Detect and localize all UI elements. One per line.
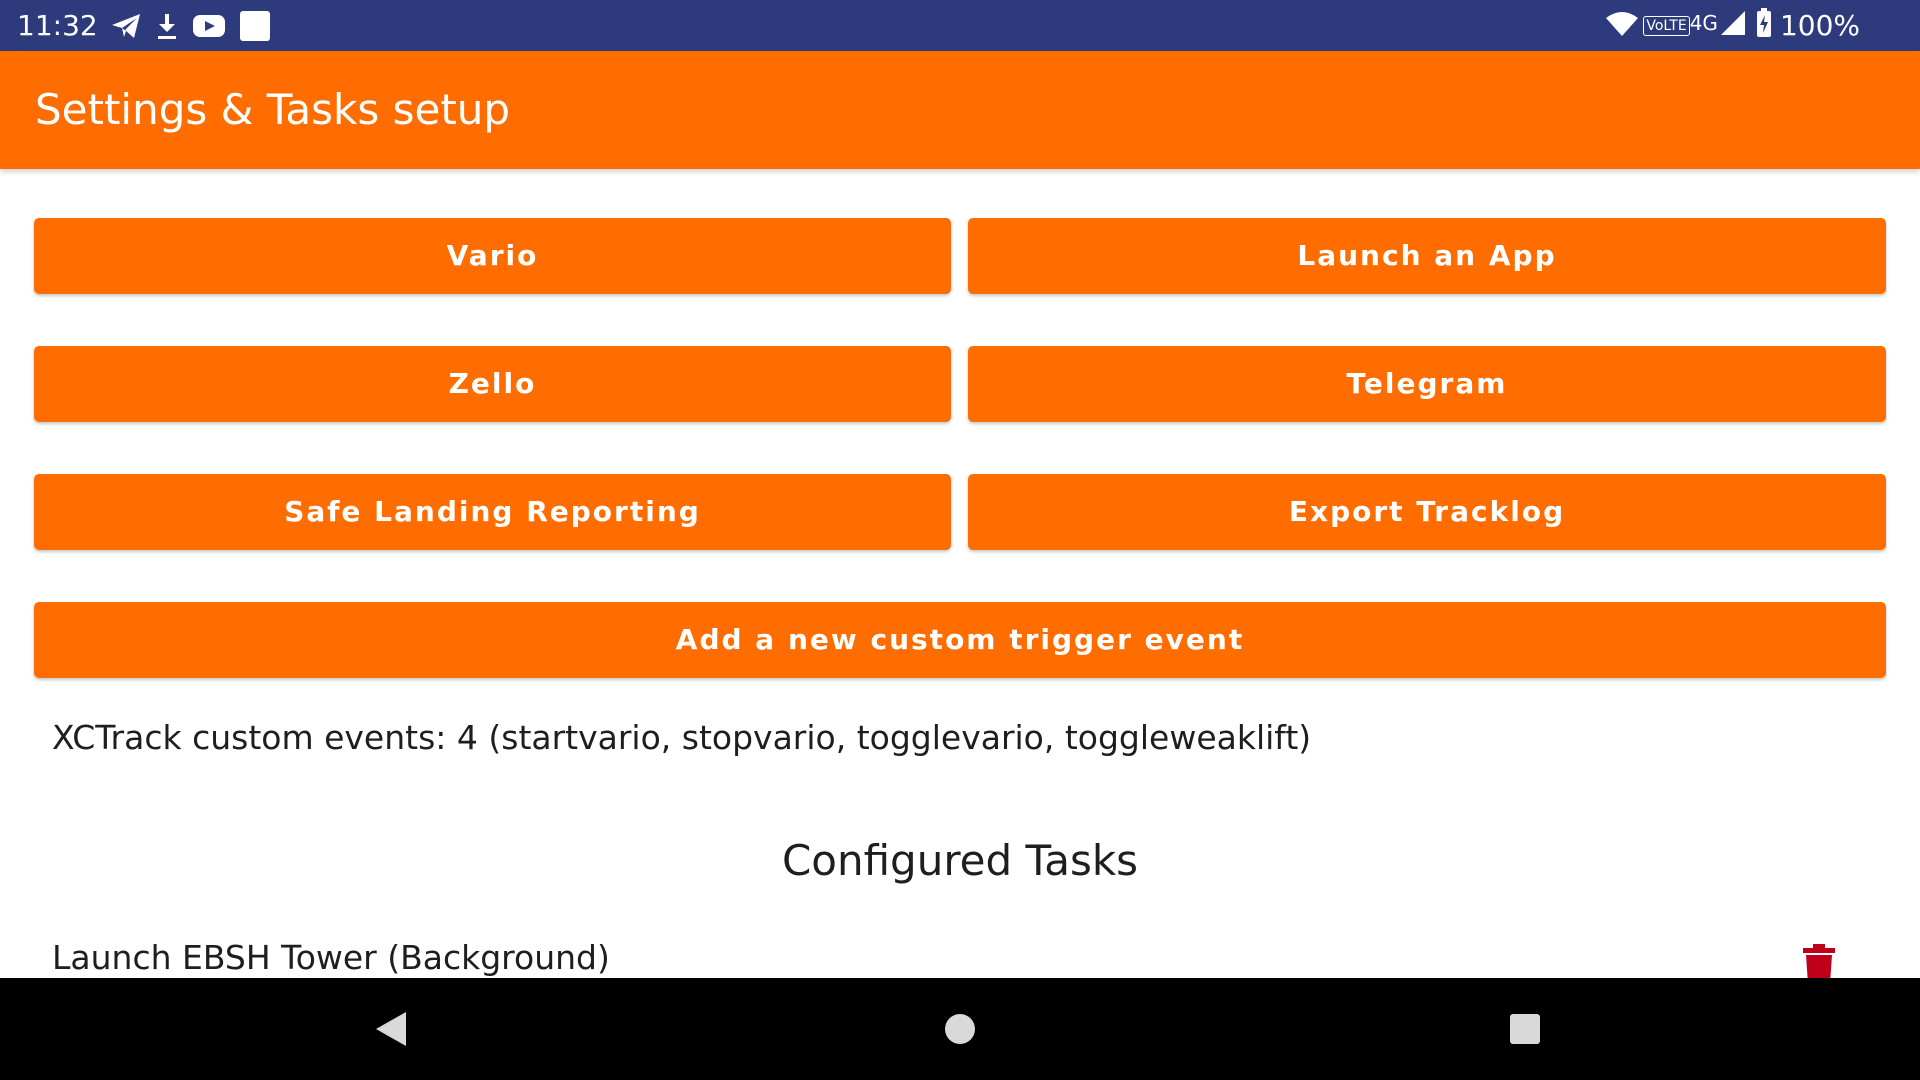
launch-app-button[interactable]: Launch an App: [968, 218, 1886, 294]
signal-icon: [1720, 10, 1746, 41]
volte-badge: VoLTE: [1643, 15, 1690, 36]
status-bar-left: 11:32: [17, 0, 284, 51]
battery-percent: 100%: [1779, 9, 1860, 42]
wifi-icon: [1605, 10, 1639, 41]
home-icon[interactable]: [900, 978, 1020, 1080]
recents-icon[interactable]: [1465, 978, 1585, 1080]
configured-tasks-title: Configured Tasks: [781, 836, 1139, 885]
xctrack-events-info: XCTrack custom events: 4 (startvario, st…: [52, 718, 1312, 757]
navigation-bar: [0, 978, 1920, 1080]
export-tracklog-button[interactable]: Export Tracklog: [968, 474, 1886, 550]
battery-charging-icon: [1756, 8, 1772, 43]
status-time: 11:32: [17, 9, 98, 42]
network-type: 4G: [1689, 10, 1718, 35]
task-row: Launch EBSH Tower (Background): [0, 932, 1920, 978]
back-icon[interactable]: [331, 978, 451, 1080]
add-custom-trigger-button[interactable]: Add a new custom trigger event: [34, 602, 1886, 678]
telegram-icon: [110, 12, 142, 40]
vario-button[interactable]: Vario: [34, 218, 951, 294]
notification-square-icon: [239, 10, 271, 42]
zello-button[interactable]: Zello: [34, 346, 951, 422]
trash-icon[interactable]: [1802, 944, 1836, 978]
safe-landing-reporting-button[interactable]: Safe Landing Reporting: [34, 474, 951, 550]
page-title: Settings & Tasks setup: [35, 85, 511, 134]
status-bar-right: VoLTE 4G 100%: [1605, 0, 1860, 51]
youtube-icon: [192, 13, 226, 39]
app-bar: Settings & Tasks setup: [0, 51, 1920, 169]
telegram-button[interactable]: Telegram: [968, 346, 1886, 422]
task-label: Launch EBSH Tower (Background): [52, 938, 610, 977]
status-bar: 11:32 VoLTE 4G 100%: [0, 0, 1920, 51]
download-icon: [155, 12, 179, 40]
